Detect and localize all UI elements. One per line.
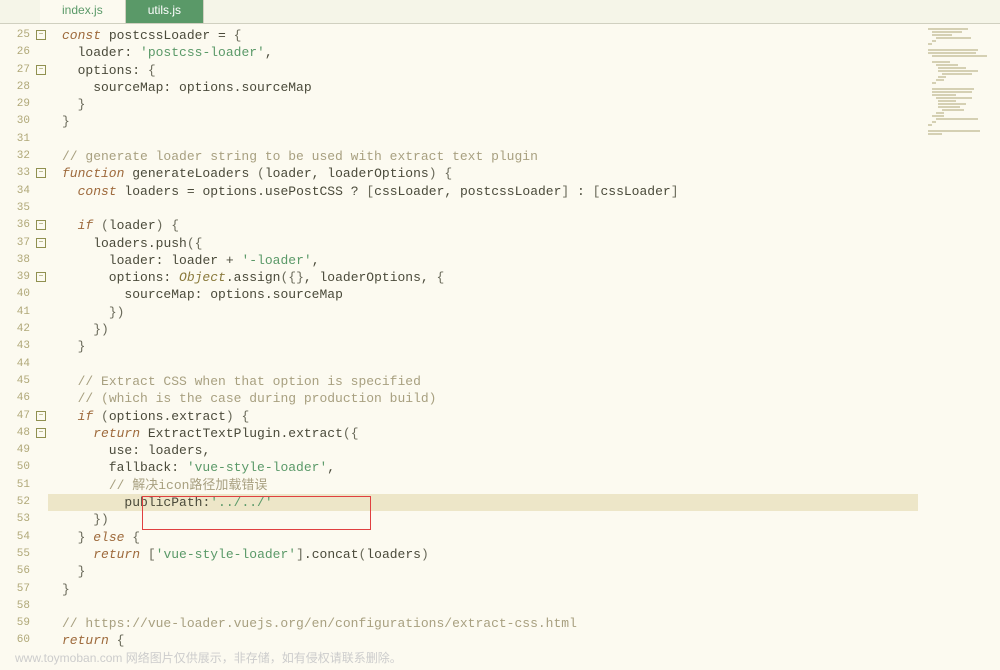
code-line[interactable]: publicPath:'../../' [48,494,918,511]
line-number: 56 [0,563,48,580]
code-line[interactable] [62,131,1000,148]
line-number: 54 [0,529,48,546]
fold-toggle-icon[interactable]: − [36,411,46,421]
fold-toggle-icon[interactable]: − [36,168,46,178]
fold-toggle-icon[interactable]: − [36,428,46,438]
line-number: 58 [0,598,48,615]
code-line[interactable]: sourceMap: options.sourceMap [62,79,1000,96]
tab-index-js[interactable]: index.js [40,0,126,23]
line-number: 27− [0,62,48,79]
line-number: 34 [0,183,48,200]
code-line[interactable]: loader: loader + '-loader', [62,252,1000,269]
line-number: 37− [0,235,48,252]
code-line[interactable]: if (options.extract) { [62,408,1000,425]
code-line[interactable]: // Extract CSS when that option is speci… [62,373,1000,390]
code-line[interactable]: // https://vue-loader.vuejs.org/en/confi… [62,615,1000,632]
code-line[interactable]: const postcssLoader = { [62,27,1000,44]
line-number: 33− [0,165,48,182]
fold-toggle-icon[interactable]: − [36,238,46,248]
code-line[interactable]: return ['vue-style-loader'].concat(loade… [62,546,1000,563]
code-line[interactable]: } [62,338,1000,355]
code-line[interactable]: // (which is the case during production … [62,390,1000,407]
fold-toggle-icon[interactable]: − [36,65,46,75]
gutter: 25−2627−282930313233−343536−37−3839−4041… [0,24,48,670]
code-line[interactable] [62,356,1000,373]
line-number: 60 [0,632,48,649]
line-number: 28 [0,79,48,96]
code-line[interactable]: use: loaders, [62,442,1000,459]
line-number: 39− [0,269,48,286]
line-number: 50 [0,459,48,476]
code-line[interactable]: // 解决icon路径加载错误 [62,477,1000,494]
watermark-text: www.toymoban.com 网络图片仅供展示，非存储，如有侵权请联系删除。 [15,649,402,666]
code-line[interactable]: sourceMap: options.sourceMap [62,286,1000,303]
code-line[interactable]: } else { [62,529,1000,546]
line-number: 51 [0,477,48,494]
code-line[interactable]: function generateLoaders (loader, loader… [62,165,1000,182]
line-number: 57 [0,581,48,598]
line-number: 52 [0,494,48,511]
fold-toggle-icon[interactable]: − [36,30,46,40]
line-number: 53 [0,511,48,528]
code-line[interactable]: loaders.push({ [62,235,1000,252]
line-number: 45 [0,373,48,390]
line-number: 35 [0,200,48,217]
fold-toggle-icon[interactable]: − [36,220,46,230]
line-number: 29 [0,96,48,113]
code-line[interactable]: // generate loader string to be used wit… [62,148,1000,165]
fold-toggle-icon[interactable]: − [36,272,46,282]
line-number: 41 [0,304,48,321]
line-number: 44 [0,356,48,373]
line-number: 38 [0,252,48,269]
minimap[interactable] [924,28,996,328]
line-number: 55 [0,546,48,563]
code-line[interactable] [62,200,1000,217]
code-line[interactable]: options: Object.assign({}, loaderOptions… [62,269,1000,286]
line-number: 48− [0,425,48,442]
code-line[interactable]: } [62,581,1000,598]
code-line[interactable]: options: { [62,62,1000,79]
line-number: 26 [0,44,48,61]
tab-utils-js[interactable]: utils.js [126,0,204,23]
line-number: 49 [0,442,48,459]
code-line[interactable]: }) [62,511,1000,528]
line-number: 25− [0,27,48,44]
code-line[interactable]: }) [62,304,1000,321]
code-line[interactable]: } [62,113,1000,130]
line-number: 46 [0,390,48,407]
editor-area: 25−2627−282930313233−343536−37−3839−4041… [0,24,1000,670]
code-line[interactable]: loader: 'postcss-loader', [62,44,1000,61]
line-number: 30 [0,113,48,130]
line-number: 32 [0,148,48,165]
line-number: 59 [0,615,48,632]
code-line[interactable]: return { [62,632,1000,649]
code-line[interactable]: fallback: 'vue-style-loader', [62,459,1000,476]
code-pane[interactable]: const postcssLoader = { loader: 'postcss… [48,24,1000,670]
line-number: 43 [0,338,48,355]
line-number: 31 [0,131,48,148]
code-line[interactable]: if (loader) { [62,217,1000,234]
code-line[interactable]: } [62,96,1000,113]
tab-bar: index.js utils.js [0,0,1000,24]
line-number: 40 [0,286,48,303]
code-line[interactable]: return ExtractTextPlugin.extract({ [62,425,1000,442]
line-number: 42 [0,321,48,338]
line-number: 47− [0,408,48,425]
code-line[interactable]: } [62,563,1000,580]
line-number: 36− [0,217,48,234]
code-line[interactable]: }) [62,321,1000,338]
code-line[interactable]: const loaders = options.usePostCSS ? [cs… [62,183,1000,200]
code-line[interactable] [62,598,1000,615]
